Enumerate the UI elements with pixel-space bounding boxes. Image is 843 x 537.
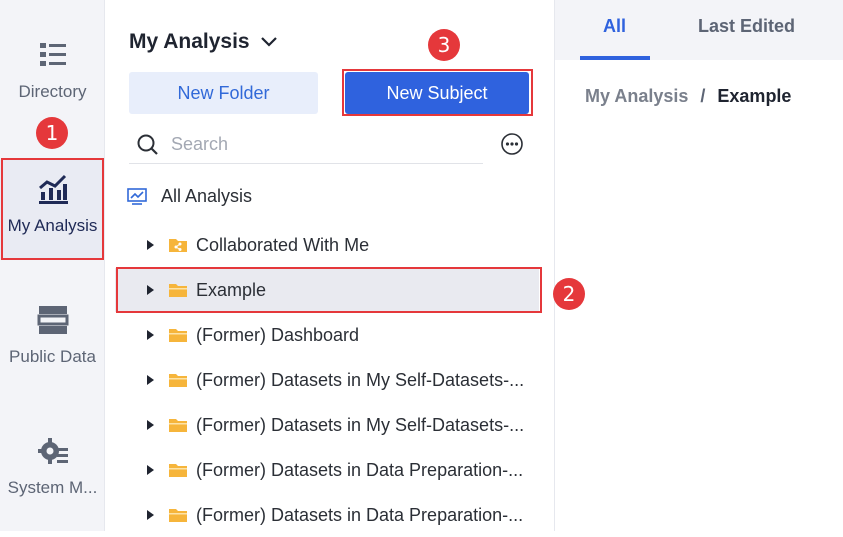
shared-folder-icon	[169, 239, 187, 252]
expand-caret-icon[interactable]	[147, 510, 154, 520]
folder-icon	[169, 464, 187, 477]
tab-last-edited[interactable]: Last Edited	[698, 16, 795, 37]
breadcrumb: My Analysis / Example	[585, 86, 791, 107]
new-subject-button[interactable]: New Subject	[345, 72, 529, 114]
folder-icon	[169, 374, 187, 387]
rail-item-label: Directory	[18, 82, 87, 101]
folder-icon	[169, 329, 187, 342]
tree-item-collaborated[interactable]: Collaborated With Me	[115, 223, 539, 267]
panel-title-dropdown[interactable]: My Analysis	[129, 30, 278, 54]
search-input[interactable]	[171, 134, 471, 155]
gear-list-icon	[37, 438, 68, 464]
tree-item-former-dashboard[interactable]: (Former) Dashboard	[115, 313, 539, 357]
expand-caret-icon[interactable]	[147, 420, 154, 430]
tab-all[interactable]: All	[603, 16, 626, 37]
active-tab-indicator	[580, 56, 650, 60]
chevron-down-icon	[260, 37, 277, 47]
analysis-chart-icon	[38, 174, 68, 204]
tree-item-former-data-prep-1[interactable]: (Former) Datasets in Data Preparation-..…	[115, 448, 539, 492]
tree-root-all-analysis[interactable]: All Analysis	[127, 186, 252, 207]
left-rail: Directory My Analysis Public Data System…	[0, 0, 105, 531]
breadcrumb-example: Example	[717, 86, 792, 106]
tab-bar: All Last Edited	[555, 0, 843, 60]
expand-caret-icon[interactable]	[147, 330, 154, 340]
tree-item-former-self-datasets-2[interactable]: (Former) Datasets in My Self-Datasets-..…	[115, 403, 539, 447]
search-box	[129, 126, 483, 164]
tree-item-label: Collaborated With Me	[196, 234, 370, 255]
expand-caret-icon[interactable]	[147, 240, 154, 250]
breadcrumb-separator: /	[700, 86, 706, 106]
folder-icon	[169, 419, 187, 432]
list-icon	[39, 43, 66, 66]
tree-root-label: All Analysis	[161, 186, 253, 206]
expand-caret-icon[interactable]	[147, 465, 154, 475]
more-options-icon[interactable]	[500, 132, 524, 156]
expand-caret-icon[interactable]	[147, 285, 154, 295]
expand-caret-icon[interactable]	[147, 375, 154, 385]
monitor-chart-icon	[127, 187, 147, 205]
folder-icon	[169, 284, 187, 297]
rail-item-my-analysis[interactable]: My Analysis	[0, 160, 105, 260]
tree-item-example[interactable]: Example	[115, 268, 539, 312]
tree-item-former-self-datasets-1[interactable]: (Former) Datasets in My Self-Datasets-..…	[115, 358, 539, 402]
step-badge-2: 2	[553, 278, 585, 310]
tree-item-label: Example	[196, 279, 267, 300]
tree-item-former-data-prep-2[interactable]: (Former) Datasets in Data Preparation-..…	[115, 493, 539, 537]
tree-item-label: (Former) Datasets in Data Preparation-..…	[196, 504, 524, 525]
analysis-panel: My Analysis New Folder New Subject All A…	[105, 0, 555, 531]
rail-item-label: System M...	[7, 478, 98, 497]
new-folder-button[interactable]: New Folder	[129, 72, 318, 114]
content-panel: All Last Edited My Analysis / Example	[555, 0, 843, 531]
breadcrumb-my-analysis[interactable]: My Analysis	[585, 86, 688, 107]
search-icon	[137, 134, 158, 155]
tree-item-label: (Former) Datasets in My Self-Datasets-..…	[196, 369, 525, 390]
rail-item-system-management[interactable]: System M...	[0, 434, 105, 498]
rail-item-label: My Analysis	[7, 216, 98, 235]
tree-item-label: (Former) Datasets in Data Preparation-..…	[196, 459, 524, 480]
rail-item-public-data[interactable]: Public Data	[0, 303, 105, 367]
tree-item-label: (Former) Datasets in My Self-Datasets-..…	[196, 414, 525, 435]
panel-title: My Analysis	[129, 30, 250, 53]
database-icon	[37, 306, 68, 334]
rail-item-label: Public Data	[9, 347, 96, 366]
step-badge-1: 1	[36, 117, 68, 149]
rail-item-directory[interactable]: Directory	[0, 38, 105, 102]
tree-item-label: (Former) Dashboard	[196, 324, 360, 345]
step-badge-3: 3	[428, 29, 460, 61]
folder-icon	[169, 509, 187, 522]
